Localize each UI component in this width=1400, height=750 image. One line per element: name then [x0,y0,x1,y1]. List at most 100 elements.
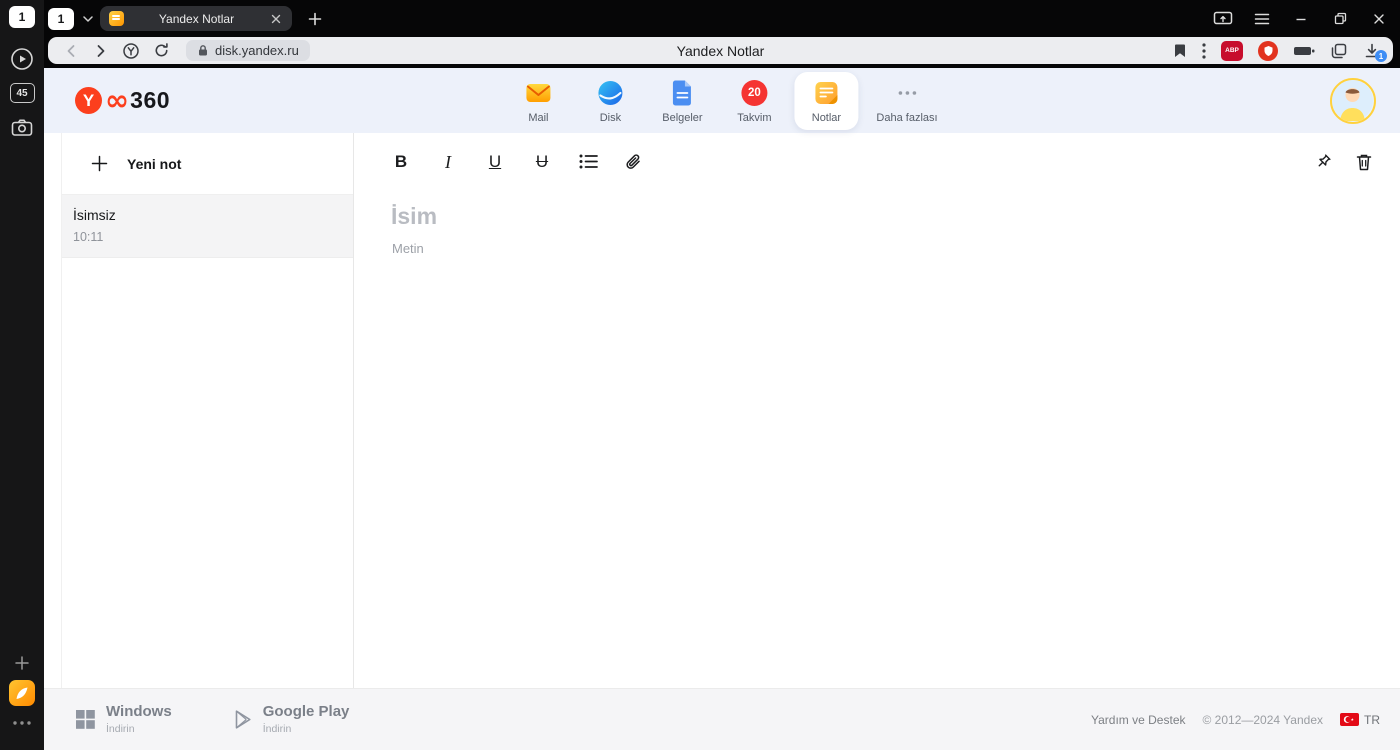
store-title: Windows [106,703,172,721]
close-button[interactable] [1364,6,1394,32]
download-icon[interactable]: 1 [1363,42,1387,62]
strikethrough-button[interactable]: U [532,151,552,173]
underline-button[interactable]: U [485,151,505,173]
left-gutter [44,133,62,688]
screencast-icon[interactable] [1208,6,1238,32]
windows-icon [76,710,95,729]
services-nav: Mail Disk Belgeler 20 Takvim Notlar Daha… [506,71,947,130]
service-belgeler[interactable]: Belgeler [650,72,714,130]
browser-chrome: 1 Yandex Notlar disk.yandex.ru Yandex No… [44,0,1400,68]
sidebar-tabs-button[interactable]: 1 [9,6,35,28]
battery-icon[interactable] [1293,45,1315,57]
note-item-time: 10:11 [73,230,104,244]
yandex-y-icon: Y [75,87,102,114]
store-title: Google Play [262,703,350,721]
service-header: Y ∞ 360 Mail Disk Belgeler 20 Takvim Not… [44,68,1400,133]
tab-counter-value: 1 [57,11,65,26]
adblock-label: ABP [1225,47,1239,54]
maximize-button[interactable] [1325,6,1355,32]
reload-button[interactable] [146,39,176,62]
service-label: Disk [599,111,622,124]
note-item-title: İsimsiz [73,207,116,223]
service-mail[interactable]: Mail [506,72,570,130]
bookmark-icon[interactable] [1173,43,1187,58]
copy-tabs-icon[interactable] [1330,42,1348,60]
italic-button[interactable]: I [438,151,458,173]
tab-close-icon[interactable] [269,12,283,26]
notes-favicon [109,11,124,26]
language-switcher[interactable]: TR [1340,713,1380,727]
screenshot-icon[interactable] [11,110,33,144]
service-takvim[interactable]: 20 Takvim [722,72,786,130]
service-disk[interactable]: Disk [578,72,642,130]
service-notlar[interactable]: Notlar [794,71,859,130]
notes-app-content: Yeni not İsimsiz 10:11 B I U U İsim Meti… [44,133,1400,688]
download-badge: 1 [1375,50,1387,62]
url-chip[interactable]: disk.yandex.ru [186,40,310,61]
lock-icon [197,44,209,57]
tab-counter[interactable]: 1 [48,7,74,30]
sidebar-more-icon[interactable] [13,706,31,740]
speed-badge[interactable]: 45 [9,76,35,110]
more-dots-icon [893,79,921,107]
google-play-icon [235,710,252,729]
store-subtitle: İndirin [262,722,292,735]
notes-list-panel: Yeni not İsimsiz 10:11 [62,133,354,688]
minimize-button[interactable] [1286,6,1316,32]
calendar-date-badge: 20 [741,79,768,106]
yandex-360-logo[interactable]: Y ∞ 360 [75,83,171,117]
page-viewport: Y ∞ 360 Mail Disk Belgeler 20 Takvim Not… [44,68,1400,750]
tab-strip: 1 Yandex Notlar [44,0,1400,33]
turkey-flag-icon [1340,713,1359,726]
menu-icon[interactable] [1247,6,1277,32]
avatar[interactable] [1330,77,1376,124]
service-label: Takvim [737,111,772,124]
adblock-icon[interactable]: ABP [1221,40,1243,61]
forward-button[interactable] [86,39,116,62]
note-editor: B I U U İsim Metin [354,133,1400,688]
yandex-logo[interactable] [9,680,35,706]
url-text: disk.yandex.ru [215,43,299,58]
bullet-list-icon[interactable] [579,153,598,170]
omnibox[interactable]: disk.yandex.ru Yandex Notlar ABP 1 [48,37,1393,64]
service-more[interactable]: Daha fazlası [866,72,947,130]
browser-sidebar: 1 45 [0,0,44,750]
calendar-icon: 20 [740,79,768,107]
note-title-input[interactable]: İsim [391,203,1400,231]
kebab-menu-icon[interactable] [1202,42,1206,59]
bold-button[interactable]: B [391,151,411,173]
windows-download-link[interactable]: Windows İndirin [76,704,172,735]
store-subtitle: İndirin [106,722,135,735]
documents-icon [668,79,696,107]
protect-icon[interactable] [116,39,146,62]
new-tab-button[interactable] [305,9,325,29]
pin-icon[interactable] [1314,152,1333,171]
mail-icon [524,79,552,107]
infinity-icon: ∞ [105,83,130,117]
notes-icon [812,79,840,107]
chevron-down-icon[interactable] [83,15,93,22]
page-footer: Windows İndirin Google Play İndirin Yard… [44,688,1400,750]
omnibox-row: disk.yandex.ru Yandex Notlar ABP 1 [44,33,1400,68]
google-play-link[interactable]: Google Play İndirin [235,703,350,735]
help-link[interactable]: Yardım ve Destek [1091,713,1185,727]
sidebar-add-button[interactable] [14,646,30,680]
note-body-input[interactable]: Metin [392,241,1400,256]
back-button[interactable] [56,39,86,62]
shield-icon[interactable] [1258,40,1278,61]
service-label: Notlar [811,111,842,124]
new-note-button[interactable]: Yeni not [62,133,353,195]
language-label: TR [1364,712,1380,727]
trash-icon[interactable] [1356,153,1372,171]
note-list-item[interactable]: İsimsiz 10:11 [62,195,353,258]
plus-icon [91,155,108,172]
new-note-label: Yeni not [127,155,182,172]
player-icon[interactable] [10,42,34,76]
logo-360-text: 360 [130,87,171,113]
editor-toolbar: B I U U [354,133,1400,190]
service-label: Daha fazlası [876,111,938,124]
service-label: Belgeler [662,111,703,124]
attachment-icon[interactable] [625,153,642,171]
service-label: Mail [528,111,549,124]
tab-yandex-notlar[interactable]: Yandex Notlar [100,6,292,31]
